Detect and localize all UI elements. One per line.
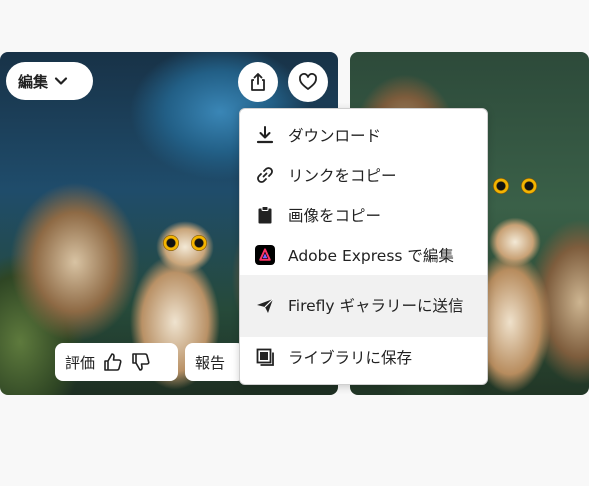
menu-item-download[interactable]: ダウンロード: [240, 115, 487, 155]
report-button[interactable]: 報告: [185, 343, 245, 381]
menu-item-copy-image[interactable]: 画像をコピー: [240, 195, 487, 235]
share-button[interactable]: [238, 62, 278, 102]
owl-eye: [191, 235, 207, 251]
adobe-express-icon: [254, 244, 276, 266]
menu-item-label: ライブラリに保存: [288, 349, 413, 367]
rating-bar: 評価: [55, 343, 178, 381]
link-icon: [254, 164, 276, 186]
thumbs-up-icon[interactable]: [103, 352, 123, 372]
like-button[interactable]: [288, 62, 328, 102]
library-icon: [254, 346, 276, 368]
report-label: 報告: [195, 353, 226, 372]
owl-eye: [521, 178, 537, 194]
menu-item-label: ダウンロード: [288, 127, 382, 145]
thumbs-down-icon[interactable]: [131, 352, 151, 372]
heart-icon: [299, 73, 317, 90]
rate-label: 評価: [65, 353, 96, 372]
owl-eye: [163, 235, 179, 251]
share-menu: ダウンロード リンクをコピー 画像をコピー Adobe Express で編集 …: [239, 108, 488, 385]
menu-item-label: 画像をコピー: [288, 207, 382, 225]
download-icon: [254, 124, 276, 146]
edit-button[interactable]: 編集: [6, 62, 93, 100]
menu-item-label: Firefly ギャラリーに送信: [288, 296, 464, 315]
send-icon: [254, 295, 276, 317]
edit-label: 編集: [18, 72, 49, 91]
menu-item-send-to-firefly[interactable]: Firefly ギャラリーに送信: [240, 275, 487, 337]
chevron-down-icon: [54, 77, 68, 85]
menu-item-save-library[interactable]: ライブラリに保存: [240, 337, 487, 377]
menu-item-label: Adobe Express で編集: [288, 247, 454, 265]
share-icon: [251, 73, 265, 91]
menu-item-copy-link[interactable]: リンクをコピー: [240, 155, 487, 195]
clipboard-icon: [254, 204, 276, 226]
menu-item-adobe-express[interactable]: Adobe Express で編集: [240, 235, 487, 275]
owl-eye: [493, 178, 509, 194]
menu-item-label: リンクをコピー: [288, 167, 397, 185]
gallery-stage: 編集 評価 報告 ダウンロード リンクをコピー 画像をコピー Adobe Exp…: [0, 0, 589, 486]
